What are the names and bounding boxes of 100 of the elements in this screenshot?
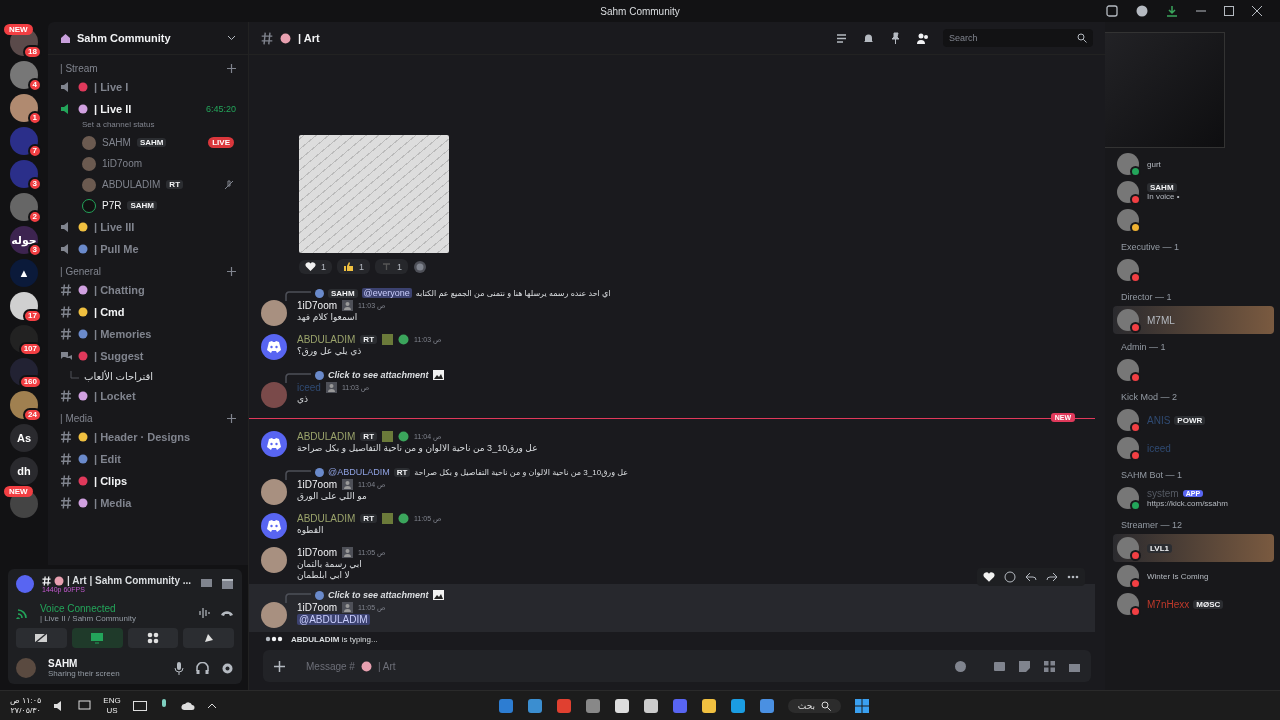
avatar[interactable] <box>261 300 287 326</box>
add-reaction-icon[interactable] <box>413 259 428 274</box>
language-code[interactable]: ENG <box>103 695 121 706</box>
download-icon[interactable] <box>1166 5 1178 17</box>
help-icon[interactable] <box>1136 5 1148 17</box>
voice-user-name[interactable]: 1iD7oom <box>102 158 143 169</box>
microphone-icon[interactable] <box>174 661 184 675</box>
camera-off-button[interactable] <box>16 628 67 648</box>
inbox-icon[interactable] <box>1106 5 1118 17</box>
channel-item[interactable]: | Cmd <box>56 301 240 323</box>
mention[interactable]: @everyone <box>361 288 412 298</box>
channel-item[interactable]: | Media <box>56 492 240 514</box>
channel-status-hint[interactable]: Set a channel status <box>56 120 240 132</box>
reply-icon[interactable] <box>1025 571 1037 583</box>
server-icon[interactable] <box>10 94 38 122</box>
soundboard-button[interactable] <box>183 628 234 648</box>
voice-location[interactable]: | Live II / Sahm Community <box>40 614 188 623</box>
member-item[interactable]: Winter Is Coming <box>1113 562 1274 590</box>
voice-user-name[interactable]: ABDULADIM <box>102 179 161 190</box>
threads-icon[interactable] <box>835 31 848 45</box>
clock-date[interactable]: ٢٧/٠٥/٣٠ <box>10 705 41 716</box>
channel-item[interactable]: | Edit <box>56 448 240 470</box>
windows-start-icon[interactable] <box>854 697 870 714</box>
author-name[interactable]: ABDULADIM <box>297 431 356 442</box>
plus-icon[interactable] <box>227 414 236 423</box>
reply-preview[interactable]: اي احد عنده رسمه يرسلها هنا و نتمنى من الجميع عم الكتابه <box>415 288 611 298</box>
plus-icon[interactable] <box>273 659 286 673</box>
add-reaction-icon[interactable] <box>1004 571 1016 583</box>
thread-item[interactable]: اقتراحات الألعاب <box>84 370 154 382</box>
channel-item[interactable]: | Locket <box>56 385 240 407</box>
apps-icon[interactable] <box>1043 659 1056 673</box>
category-label[interactable]: | Media <box>60 413 93 424</box>
reaction[interactable]: 1 <box>375 259 409 274</box>
avatar[interactable] <box>261 334 287 360</box>
channel-item[interactable]: | Live I <box>56 76 240 98</box>
server-icon[interactable]: ▲ <box>10 259 38 287</box>
app-icon[interactable] <box>729 697 746 714</box>
screen-share-button[interactable] <box>71 628 123 648</box>
region-code[interactable]: US <box>106 705 118 716</box>
plus-icon[interactable] <box>227 64 236 73</box>
author-name[interactable]: ABDULADIM <box>297 513 356 524</box>
monitor-icon[interactable] <box>78 699 92 712</box>
app-icon[interactable] <box>642 697 659 714</box>
pin-icon[interactable] <box>889 31 902 45</box>
channel-item[interactable]: | Live II 6:45:20 <box>56 98 240 120</box>
avatar[interactable] <box>261 547 287 573</box>
soundwave-icon[interactable] <box>198 607 210 619</box>
channel-item[interactable]: | Memories <box>56 323 240 345</box>
reply-preview[interactable]: Click to see attachment <box>328 370 429 380</box>
heart-icon[interactable] <box>983 571 995 583</box>
category-label[interactable]: | General <box>60 266 101 277</box>
maximize-icon[interactable] <box>1224 6 1234 16</box>
channel-item[interactable]: | Live III <box>56 216 240 238</box>
stop-stream-icon[interactable] <box>200 578 213 590</box>
keyboard-icon[interactable] <box>132 700 147 711</box>
author-name[interactable]: 1iD7oom <box>297 479 338 490</box>
category-label[interactable]: | Stream <box>60 63 98 74</box>
voice-user-name[interactable]: SAHM <box>102 137 131 148</box>
activities-button[interactable] <box>127 628 179 648</box>
mention[interactable]: @ABDULADIM <box>297 614 370 625</box>
hang-up-icon[interactable] <box>220 609 234 617</box>
search-field[interactable]: Search <box>943 29 1093 47</box>
channel-item[interactable]: | Suggest <box>56 345 240 367</box>
chevron-up-icon[interactable] <box>206 702 217 709</box>
avatar[interactable] <box>261 479 287 505</box>
member-item[interactable]: ANIS POWR <box>1113 406 1274 434</box>
voice-status[interactable]: Voice Connected <box>40 603 188 614</box>
signal-icon[interactable] <box>16 607 30 619</box>
channel-item[interactable]: | Clips <box>56 470 240 492</box>
channel-item[interactable]: | Pull Me <box>56 238 240 260</box>
avatar[interactable] <box>261 513 287 539</box>
cloud-icon[interactable] <box>180 700 195 711</box>
reaction[interactable]: 1 <box>337 259 371 274</box>
author-name[interactable]: 1iD7oom <box>297 300 338 311</box>
app-icon[interactable] <box>700 697 717 714</box>
taskbar-search-field[interactable]: بحث <box>787 698 841 713</box>
author-name[interactable]: 1iD7oom <box>297 547 338 558</box>
server-icon[interactable] <box>10 61 38 89</box>
app-icon[interactable] <box>758 697 775 714</box>
author-name[interactable]: ABDULADIM <box>297 334 356 345</box>
member-item[interactable]: M7nHexx MØSC <box>1113 590 1274 618</box>
channel-item[interactable]: | Chatting <box>56 279 240 301</box>
clock-time[interactable]: ١١:٠٥ ص <box>10 695 42 706</box>
more-icon[interactable] <box>1067 575 1079 579</box>
reply-author[interactable]: @ABDULADIM <box>328 467 390 477</box>
member-item[interactable]: M7ML <box>1113 306 1274 334</box>
gif-icon[interactable] <box>993 659 1006 673</box>
reply-preview[interactable]: عل ورق10_3 من ناحية الالوان و من ناحية التفاصيل و بكل صراحة <box>414 467 629 477</box>
forward-icon[interactable] <box>1046 571 1058 583</box>
server-icon[interactable]: dh <box>10 457 38 485</box>
author-name[interactable]: 1iD7oom <box>297 602 338 613</box>
plus-icon[interactable] <box>227 267 236 276</box>
voice-user-name[interactable]: P7R <box>102 200 122 211</box>
member-item[interactable]: SAHM In voice • <box>1113 178 1274 206</box>
channel-item[interactable]: | Header · Designs <box>56 426 240 448</box>
stream-channel-label[interactable]: | Art | Sahm Community ... <box>67 575 192 586</box>
app-icon[interactable] <box>613 697 630 714</box>
headphones-icon[interactable] <box>196 661 209 675</box>
close-icon[interactable] <box>1252 6 1262 16</box>
reaction[interactable]: 1 <box>299 259 332 274</box>
